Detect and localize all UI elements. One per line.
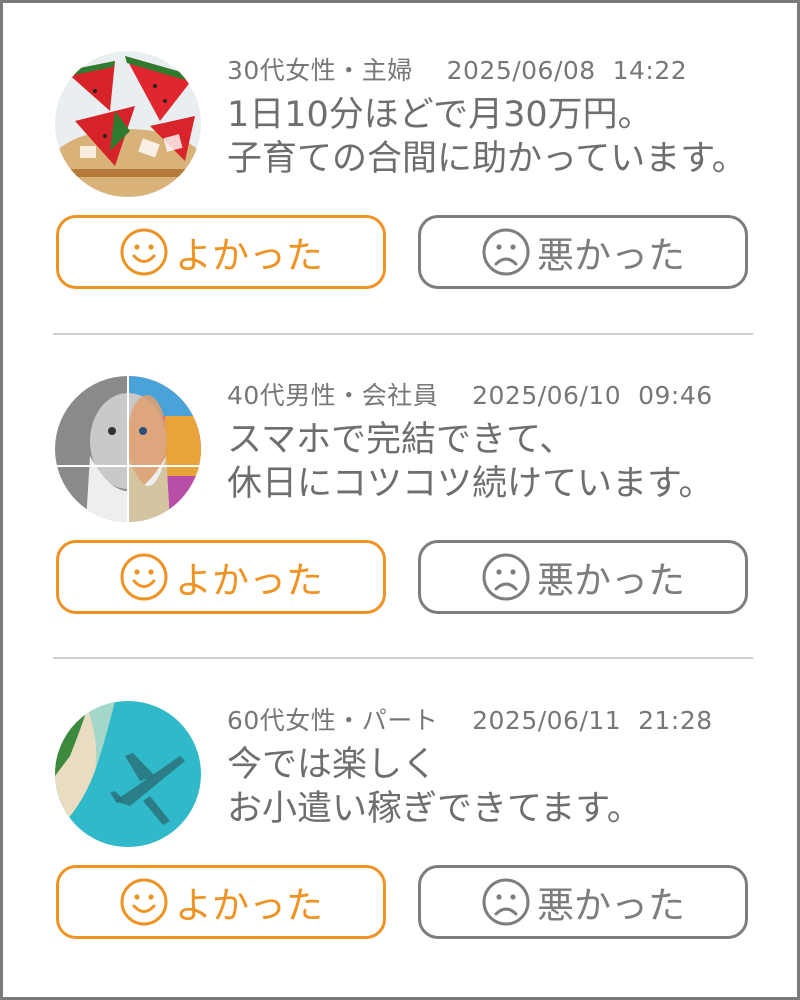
frown-face-icon: [481, 227, 531, 277]
review-datetime: 2025/06/11 21:28: [472, 706, 713, 735]
divider: [53, 657, 753, 659]
frown-face-icon: [481, 552, 531, 602]
good-button[interactable]: よかった: [56, 865, 386, 939]
review-meta: 30代女性・主婦 2025/06/08 14:22: [227, 51, 687, 87]
divider: [53, 333, 753, 335]
reviewer-profile: 60代女性・パート: [227, 706, 439, 735]
watermelon-avatar-icon: [55, 51, 201, 197]
bad-button[interactable]: 悪かった: [418, 540, 748, 614]
bad-button-label: 悪かった: [537, 559, 685, 602]
bad-button[interactable]: 悪かった: [418, 865, 748, 939]
review-comment: 今では楽しく お小遣い稼ぎできてます。: [227, 745, 642, 829]
reviews-panel: 30代女性・主婦 2025/06/08 14:22 1日10分ほどで月30万円。…: [0, 0, 800, 1000]
portrait-avatar-icon: [55, 376, 201, 522]
reviewer-profile: 40代男性・会社員: [227, 381, 439, 410]
bad-button-label: 悪かった: [537, 884, 685, 927]
bad-button[interactable]: 悪かった: [418, 215, 748, 289]
review-meta: 40代男性・会社員 2025/06/10 09:46: [227, 376, 713, 412]
smile-face-icon: [119, 877, 169, 927]
review-comment: 1日10分ほどで月30万円。 子育ての合間に助かっています。: [227, 95, 747, 179]
review-meta: 60代女性・パート 2025/06/11 21:28: [227, 701, 713, 737]
review-card: 60代女性・パート 2025/06/11 21:28 今では楽しく お小遣い稼ぎ…: [53, 693, 755, 945]
smile-face-icon: [119, 227, 169, 277]
review-card: 40代男性・会社員 2025/06/10 09:46 スマホで完結できて、 休日…: [53, 368, 755, 620]
bad-button-label: 悪かった: [537, 234, 685, 277]
frown-face-icon: [481, 877, 531, 927]
review-card: 30代女性・主婦 2025/06/08 14:22 1日10分ほどで月30万円。…: [53, 43, 755, 295]
review-datetime: 2025/06/10 09:46: [472, 381, 713, 410]
reviewer-profile: 30代女性・主婦: [227, 56, 413, 85]
good-button-label: よかった: [175, 559, 323, 602]
review-datetime: 2025/06/08 14:22: [446, 56, 688, 85]
good-button[interactable]: よかった: [56, 540, 386, 614]
smile-face-icon: [119, 552, 169, 602]
good-button-label: よかった: [175, 234, 323, 277]
good-button-label: よかった: [175, 884, 323, 927]
review-comment: スマホで完結できて、 休日にコツコツ続けています。: [227, 420, 714, 504]
good-button[interactable]: よかった: [56, 215, 386, 289]
beach-avatar-icon: [55, 701, 201, 847]
